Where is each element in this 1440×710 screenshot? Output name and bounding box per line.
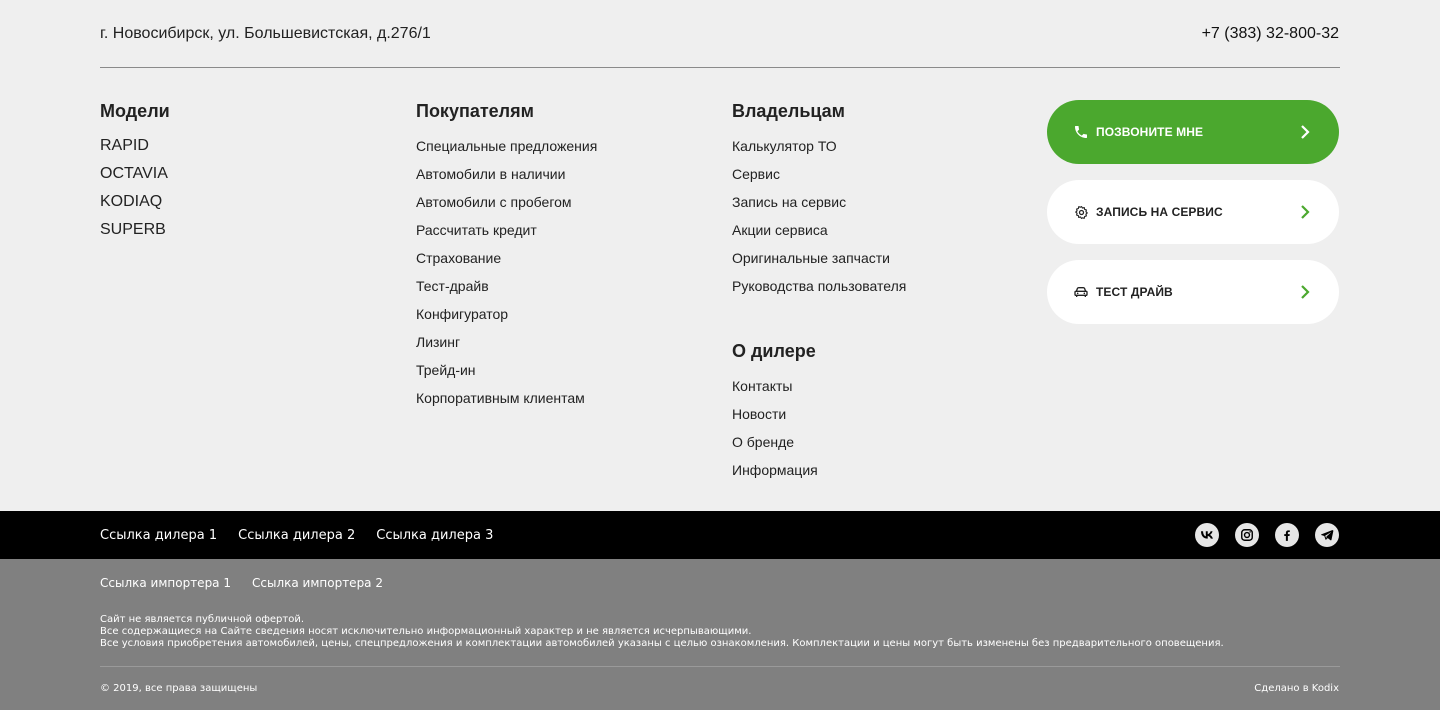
call-me-label: ПОЗВОНИТЕ МНЕ xyxy=(1096,125,1204,139)
buyers-link[interactable]: Трейд-ин xyxy=(416,360,597,388)
buyers-link[interactable]: Рассчитать кредит xyxy=(416,220,597,248)
buyers-link[interactable]: Автомобили в наличии xyxy=(416,164,597,192)
buyers-link[interactable]: Лизинг xyxy=(416,332,597,360)
dealer-links-bar: Ссылка дилера 1 Ссылка дилера 2 Ссылка д… xyxy=(0,511,1440,559)
models-column: Модели RAPID OCTAVIA KODIAQ SUPERB xyxy=(100,100,170,248)
dealer-phone[interactable]: +7 (383) 32-800-32 xyxy=(1202,25,1339,43)
buyers-link[interactable]: Страхование xyxy=(416,248,597,276)
model-link[interactable]: RAPID xyxy=(100,136,170,164)
buyers-link[interactable]: Специальные предложения xyxy=(416,136,597,164)
model-link[interactable]: SUPERB xyxy=(100,220,170,248)
dealer-link[interactable]: Контакты xyxy=(732,376,818,404)
buyers-link[interactable]: Тест-драйв xyxy=(416,276,597,304)
test-drive-button[interactable]: ТЕСТ ДРАЙВ xyxy=(1047,260,1339,324)
legal-section: Ссылка импортера 1 Ссылка импортера 2 Са… xyxy=(0,559,1440,710)
models-heading: Модели xyxy=(100,101,170,121)
buyers-link[interactable]: Конфигуратор xyxy=(416,304,597,332)
phone-icon xyxy=(1073,124,1089,140)
owners-link[interactable]: Калькулятор ТО xyxy=(732,136,906,164)
service-booking-label: ЗАПИСЬ НА СЕРВИС xyxy=(1096,205,1223,219)
facebook-icon[interactable] xyxy=(1275,523,1299,547)
vk-icon[interactable] xyxy=(1195,523,1219,547)
disclaimer-line: Сайт не является публичной офертой. xyxy=(100,614,305,625)
divider xyxy=(100,67,1340,68)
call-me-button[interactable]: ПОЗВОНИТЕ МНЕ xyxy=(1047,100,1339,164)
owners-link[interactable]: Сервис xyxy=(732,164,906,192)
owners-link[interactable]: Акции сервиса xyxy=(732,220,906,248)
dealer-heading: О дилере xyxy=(732,341,816,361)
car-icon xyxy=(1073,284,1089,300)
disclaimer-line: Все содержащиеся на Сайте сведения носят… xyxy=(100,626,752,637)
model-link[interactable]: OCTAVIA xyxy=(100,164,170,192)
dealer-column: О дилере Контакты Новости О бренде Инфор… xyxy=(732,340,818,488)
dealer-footer-link[interactable]: Ссылка дилера 2 xyxy=(238,528,355,543)
owners-column: Владельцам Калькулятор ТО Сервис Запись … xyxy=(732,100,906,304)
footer-main: г. Новосибирск, ул. Большевистская, д.27… xyxy=(0,0,1440,511)
disclaimer-line: Все условия приобретения автомобилей, це… xyxy=(100,638,1224,649)
buyers-link[interactable]: Корпоративным клиентам xyxy=(416,388,597,416)
buyers-heading: Покупателям xyxy=(416,101,534,121)
dealer-link[interactable]: Новости xyxy=(732,404,818,432)
copyright: © 2019, все права защищены xyxy=(100,683,258,694)
dealer-address: г. Новосибирск, ул. Большевистская, д.27… xyxy=(100,25,431,42)
buyers-column: Покупателям Специальные предложения Авто… xyxy=(416,100,597,416)
buyers-link[interactable]: Автомобили с пробегом xyxy=(416,192,597,220)
chevron-right-icon xyxy=(1301,205,1310,219)
gear-icon xyxy=(1073,204,1089,220)
divider xyxy=(100,666,1340,667)
dealer-footer-link[interactable]: Ссылка дилера 1 xyxy=(100,528,217,543)
service-booking-button[interactable]: ЗАПИСЬ НА СЕРВИС xyxy=(1047,180,1339,244)
dealer-link[interactable]: О бренде xyxy=(732,432,818,460)
test-drive-label: ТЕСТ ДРАЙВ xyxy=(1096,285,1173,299)
chevron-right-icon xyxy=(1301,125,1310,139)
owners-heading: Владельцам xyxy=(732,101,845,121)
owners-link[interactable]: Руководства пользователя xyxy=(732,276,906,304)
importer-link[interactable]: Ссылка импортера 2 xyxy=(252,576,383,590)
dealer-footer-link[interactable]: Ссылка дилера 3 xyxy=(376,528,493,543)
owners-link[interactable]: Запись на сервис xyxy=(732,192,906,220)
made-by-link[interactable]: Сделано в Kodix xyxy=(1254,683,1339,694)
importer-link[interactable]: Ссылка импортера 1 xyxy=(100,576,231,590)
owners-link[interactable]: Оригинальные запчасти xyxy=(732,248,906,276)
social-links xyxy=(1195,523,1339,547)
dealer-link[interactable]: Информация xyxy=(732,460,818,488)
model-link[interactable]: KODIAQ xyxy=(100,192,170,220)
telegram-icon[interactable] xyxy=(1315,523,1339,547)
chevron-right-icon xyxy=(1301,285,1310,299)
instagram-icon[interactable] xyxy=(1235,523,1259,547)
disclaimer: Сайт не является публичной офертой. Все … xyxy=(100,614,1224,650)
